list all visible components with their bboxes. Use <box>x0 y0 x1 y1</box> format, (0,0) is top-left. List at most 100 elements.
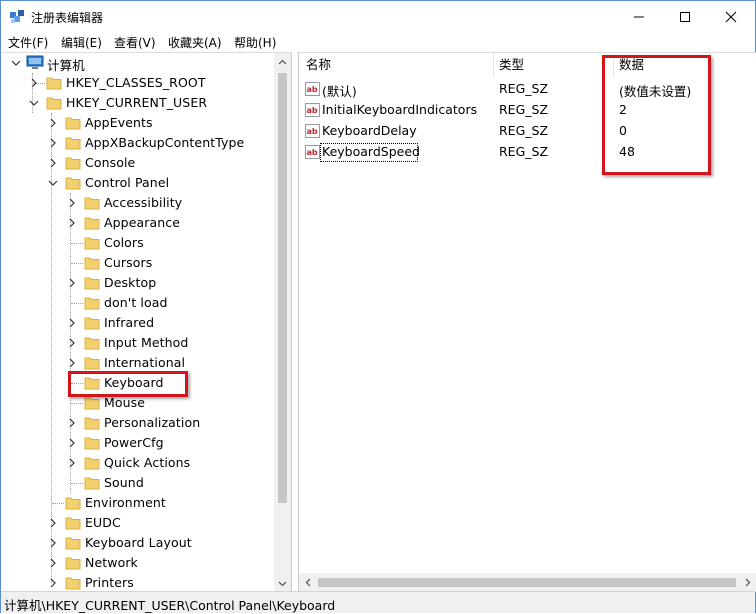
folder-icon <box>84 337 100 350</box>
tree-item[interactable]: Infrared <box>1 313 273 333</box>
tree-item[interactable]: Input Method <box>1 333 273 353</box>
tree-item-label: HKEY_CURRENT_USER <box>66 95 208 110</box>
menu-favorites[interactable]: 收藏夹(A) <box>168 34 222 51</box>
string-value-icon: ab <box>305 124 320 138</box>
chevron-right-icon[interactable] <box>47 557 59 569</box>
tree-guide <box>71 403 83 404</box>
value-type: REG_SZ <box>499 81 549 96</box>
menu-edit[interactable]: 编辑(E) <box>61 34 102 51</box>
chevron-right-icon[interactable] <box>66 217 78 229</box>
tree-item-label: Quick Actions <box>104 455 191 470</box>
scroll-down-button[interactable] <box>274 575 291 592</box>
scroll-left-button[interactable] <box>299 574 316 591</box>
tree-item[interactable]: PowerCfg <box>1 433 273 453</box>
menu-view[interactable]: 查看(V) <box>114 34 156 51</box>
tree-item[interactable]: Console <box>1 153 273 173</box>
string-value-icon: ab <box>305 145 320 159</box>
tree-item-label: Personalization <box>104 415 201 430</box>
chevron-right-icon[interactable] <box>66 337 78 349</box>
tree-item-control-panel[interactable]: Control Panel <box>1 173 273 193</box>
tree-item-computer[interactable]: 计算机 <box>1 53 273 73</box>
chevron-right-icon[interactable] <box>66 437 78 449</box>
tree-item-label: Environment <box>85 495 166 510</box>
chevron-up-icon <box>278 59 287 64</box>
folder-icon <box>84 317 100 330</box>
tree-item-label: 计算机 <box>47 58 85 73</box>
tree-item[interactable]: Network <box>1 553 273 573</box>
tree-item[interactable]: Quick Actions <box>1 453 273 473</box>
scroll-right-button[interactable] <box>739 574 756 591</box>
tree-item[interactable]: don't load <box>1 293 273 313</box>
key-tree-pane[interactable]: 计算机 HKEY_CLASSES_ROOT HKEY_CURRENT_USER … <box>1 52 292 592</box>
chevron-right-icon[interactable] <box>66 277 78 289</box>
tree-item-label: Cursors <box>104 255 153 270</box>
tree-item-hkey-current-user[interactable]: HKEY_CURRENT_USER <box>1 93 273 113</box>
chevron-right-icon[interactable] <box>28 77 40 89</box>
string-value-icon: ab <box>305 103 320 117</box>
tree-item[interactable]: Printers <box>1 573 273 592</box>
folder-icon <box>46 77 62 90</box>
tree-item[interactable]: Accessibility <box>1 193 273 213</box>
svg-text:ab: ab <box>307 85 318 94</box>
tree-item[interactable]: Desktop <box>1 273 273 293</box>
chevron-right-icon[interactable] <box>66 317 78 329</box>
chevron-right-icon[interactable] <box>66 197 78 209</box>
tree-item-label: Console <box>85 155 136 170</box>
tree-item-label: HKEY_CLASSES_ROOT <box>66 75 206 90</box>
menu-help[interactable]: 帮助(H) <box>234 34 276 51</box>
chevron-right-icon[interactable] <box>47 577 59 589</box>
chevron-right-icon[interactable] <box>66 457 78 469</box>
tree-guide <box>71 483 83 484</box>
scrollbar-thumb[interactable] <box>278 73 287 503</box>
folder-icon <box>84 417 100 430</box>
tree-item[interactable]: Personalization <box>1 413 273 433</box>
close-button[interactable] <box>708 1 754 32</box>
window-title: 注册表编辑器 <box>31 11 104 25</box>
tree-item[interactable]: AppEvents <box>1 113 273 133</box>
tree-item-label: Printers <box>85 575 134 590</box>
tree-vertical-scrollbar[interactable] <box>274 53 291 592</box>
tree-item[interactable]: EUDC <box>1 513 273 533</box>
chevron-right-icon[interactable] <box>47 517 59 529</box>
column-header-type[interactable]: 类型 <box>499 53 524 77</box>
folder-icon <box>65 137 81 150</box>
values-horizontal-scrollbar[interactable] <box>299 573 756 592</box>
folder-icon <box>84 357 100 370</box>
chevron-right-icon[interactable] <box>47 537 59 549</box>
chevron-down-icon[interactable] <box>47 177 59 189</box>
column-header-name[interactable]: 名称 <box>306 53 331 77</box>
title-bar[interactable]: 注册表编辑器 <box>1 1 755 32</box>
folder-icon <box>46 97 62 110</box>
chevron-left-icon <box>305 578 310 587</box>
chevron-right-icon[interactable] <box>66 357 78 369</box>
chevron-right-icon[interactable] <box>66 417 78 429</box>
tree-item-label: Appearance <box>104 215 181 230</box>
tree-item[interactable]: Environment <box>1 493 273 513</box>
tree-item[interactable]: AppXBackupContentType <box>1 133 273 153</box>
chevron-right-icon[interactable] <box>47 137 59 149</box>
column-divider[interactable] <box>493 53 494 77</box>
value-name: InitialKeyboardIndicators <box>322 102 478 117</box>
scroll-up-button[interactable] <box>274 53 291 70</box>
maximize-button[interactable] <box>662 1 708 32</box>
menu-bar: 文件(F) 编辑(E) 查看(V) 收藏夹(A) 帮助(H) <box>1 32 755 52</box>
tree-item[interactable]: Keyboard Layout <box>1 533 273 553</box>
tree-item[interactable]: Appearance <box>1 213 273 233</box>
chevron-down-icon[interactable] <box>28 97 40 109</box>
svg-text:ab: ab <box>307 148 318 157</box>
chevron-down-icon[interactable] <box>10 57 22 69</box>
scrollbar-thumb[interactable] <box>318 578 736 587</box>
chevron-right-icon[interactable] <box>47 157 59 169</box>
tree-item[interactable]: Sound <box>1 473 273 493</box>
value-type: REG_SZ <box>499 123 549 138</box>
tree-item[interactable]: Cursors <box>1 253 273 273</box>
regedit-icon <box>10 10 24 23</box>
close-icon <box>725 11 737 22</box>
menu-file[interactable]: 文件(F) <box>8 34 48 51</box>
tree-item[interactable]: International <box>1 353 273 373</box>
chevron-right-icon[interactable] <box>47 117 59 129</box>
tree-item[interactable]: Colors <box>1 233 273 253</box>
tree-item-hkey-classes-root[interactable]: HKEY_CLASSES_ROOT <box>1 73 273 93</box>
minimize-button[interactable] <box>616 1 662 32</box>
folder-icon <box>65 557 81 570</box>
